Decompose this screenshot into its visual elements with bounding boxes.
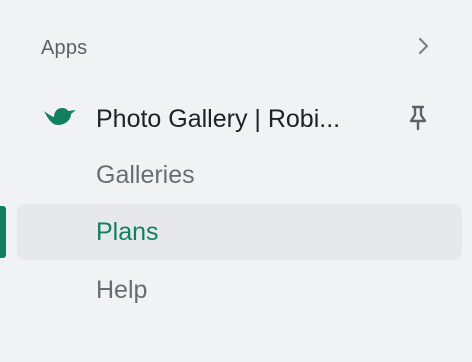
apps-section-header[interactable]: Apps	[0, 0, 472, 94]
apps-section-title: Apps	[41, 37, 88, 59]
pin-icon[interactable]	[405, 104, 431, 132]
nav-item-plans[interactable]: Plans	[17, 204, 462, 260]
bird-icon	[44, 108, 76, 125]
nav-item-label: Help	[96, 276, 148, 304]
nav-item-help[interactable]: Help	[17, 262, 462, 318]
nav-item-label: Galleries	[96, 161, 195, 189]
app-name: Photo Gallery | Robi...	[96, 105, 341, 133]
nav-item-galleries[interactable]: Galleries	[17, 147, 462, 203]
chevron-right-icon[interactable]	[412, 35, 434, 57]
active-indicator	[0, 206, 6, 258]
nav-item-label: Plans	[96, 218, 159, 246]
app-item-photo-gallery[interactable]: Photo Gallery | Robi...	[0, 96, 472, 142]
